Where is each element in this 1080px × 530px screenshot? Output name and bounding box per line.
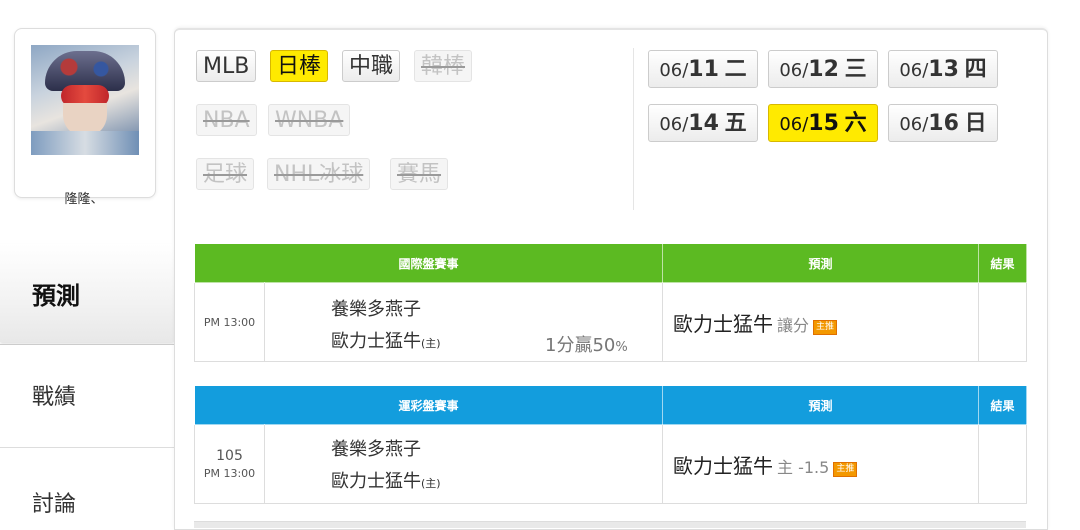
lottery-result-header: 結果 [978, 385, 1028, 425]
pick-type: 讓分 [777, 315, 810, 335]
league-nhl: NHL冰球 [267, 158, 371, 190]
prediction-cell: 歐力士猛牛 讓分 主推 [662, 282, 980, 362]
date-0612[interactable]: 06/12 三 [768, 50, 878, 88]
home-team: 歐力士猛牛(主) [331, 471, 441, 492]
match-cell: 養樂多燕子 歐力士猛牛(主) 1分贏50% [263, 282, 664, 362]
nav-predict[interactable]: 預測 [0, 244, 174, 342]
lottery-odds-table: 運彩盤賽事 預測 結果 105 PM 13:00 養樂多燕子 歐力士猛牛(主) 歐… [193, 385, 1028, 504]
away-team: 養樂多燕子 [331, 439, 421, 460]
avatar[interactable] [31, 45, 139, 155]
result-cell [978, 424, 1028, 504]
league-npb[interactable]: 日棒 [270, 50, 329, 82]
league-wnba: WNBA [268, 104, 351, 136]
match-cell: 養樂多燕子 歐力士猛牛(主) [263, 424, 664, 504]
username[interactable]: 隆隆、 [14, 188, 154, 207]
lottery-predict-header: 預測 [662, 385, 980, 425]
intl-result-header: 結果 [978, 243, 1028, 283]
game-time: PM 13:00 [194, 282, 265, 362]
pick-team: 歐力士猛牛 [673, 453, 774, 478]
date-0615[interactable]: 06/15 六 [768, 104, 878, 142]
date-0611[interactable]: 06/11 二 [648, 50, 758, 88]
main-pick-badge: 主推 [833, 461, 858, 477]
league-mlb[interactable]: MLB [196, 50, 257, 82]
pick-team: 歐力士猛牛 [673, 311, 774, 336]
lottery-match-header: 運彩盤賽事 [193, 385, 664, 425]
date-0613[interactable]: 06/13 四 [888, 50, 998, 88]
game-time: 105 PM 13:00 [194, 424, 265, 504]
nav-record-label: 戰績 [32, 385, 77, 410]
home-team: 歐力士猛牛(主) [331, 331, 441, 352]
date-0614[interactable]: 06/14 五 [648, 104, 758, 142]
game-number: 105 [216, 448, 243, 464]
table-row: PM 13:00 養樂多燕子 歐力士猛牛(主) 1分贏50% 歐力士猛牛 讓分 主推 [194, 282, 1028, 362]
league-nba: NBA [196, 104, 257, 136]
nav-predict-label: 預測 [32, 282, 80, 310]
date-0616[interactable]: 06/16 日 [888, 104, 998, 142]
league-cpbl[interactable]: 中職 [342, 50, 401, 82]
main-pick-badge: 主推 [813, 319, 838, 335]
away-team: 養樂多燕子 [331, 299, 421, 320]
league-soccer: 足球 [196, 158, 255, 190]
prediction-cell: 歐力士猛牛主 -1.5 主推 [662, 424, 980, 504]
profile-card[interactable] [14, 28, 156, 198]
intl-odds-table: 國際盤賽事 預測 結果 PM 13:00 養樂多燕子 歐力士猛牛(主) 1分贏5… [193, 243, 1028, 362]
intl-match-header: 國際盤賽事 [193, 243, 664, 283]
filter-divider [633, 48, 634, 210]
nav-discuss-label: 討論 [32, 492, 77, 517]
intl-predict-header: 預測 [662, 243, 980, 283]
result-cell [978, 282, 1028, 362]
nav-record[interactable]: 戰績 [0, 344, 174, 448]
avatar-body [31, 131, 139, 155]
league-kbo: 韓棒 [414, 50, 473, 82]
table-row: 105 PM 13:00 養樂多燕子 歐力士猛牛(主) 歐力士猛牛主 -1.5 主推 [194, 424, 1028, 504]
nav-discuss[interactable]: 討論 [0, 448, 174, 527]
pick-type: 主 -1.5 [777, 457, 830, 477]
league-horse: 賽馬 [390, 158, 449, 190]
odds-line: 1分贏50% [545, 335, 628, 356]
